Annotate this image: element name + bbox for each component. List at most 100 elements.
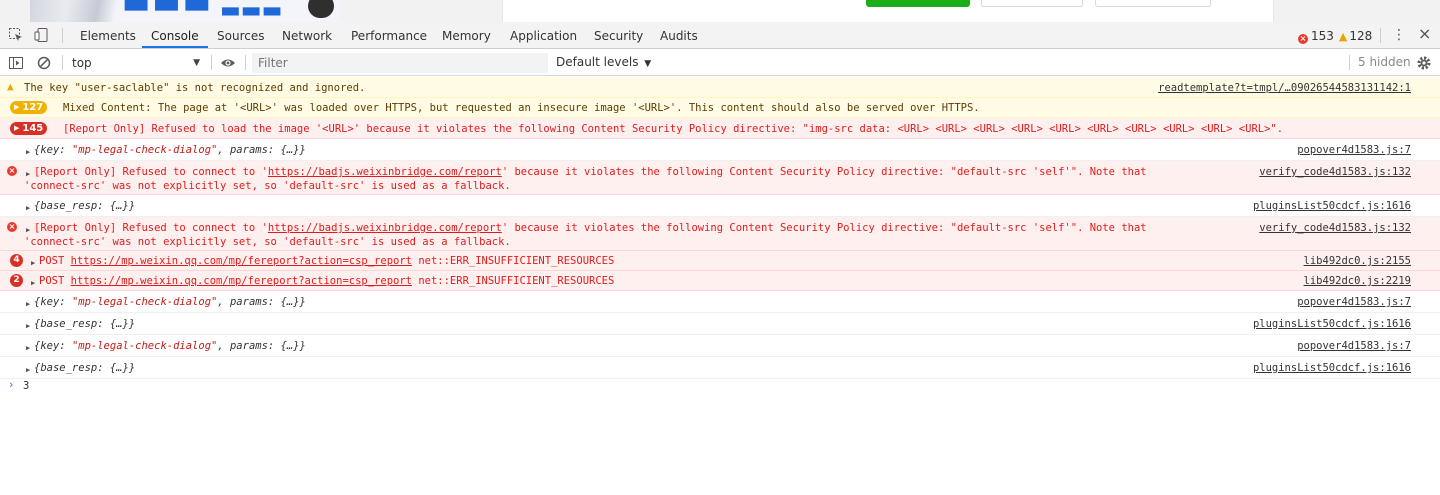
console-log-object[interactable]: ▶ {base_resp: {…}} pluginsList50cdcf.js:… bbox=[0, 313, 1440, 335]
context-selector[interactable]: top ▼ bbox=[66, 52, 206, 72]
repeat-count-badge: 2 bbox=[10, 274, 23, 287]
console-log-object[interactable]: ▶ {key: "mp-legal-check-dialog", params:… bbox=[0, 335, 1440, 357]
expand-triangle-icon[interactable]: ▶ bbox=[26, 319, 30, 333]
console-log-object[interactable]: ▶ {base_resp: {…}} pluginsList50cdcf.js:… bbox=[0, 195, 1440, 217]
error-icon: × bbox=[1298, 34, 1308, 44]
banner-graphic-text: ▬▬▬ bbox=[122, 0, 214, 21]
warning-count: 128 bbox=[1349, 29, 1373, 43]
object-preview: {key: "mp-legal-check-dialog", params: {… bbox=[34, 143, 306, 157]
object-preview: {key: "mp-legal-check-dialog", params: {… bbox=[34, 339, 306, 353]
message-line-2: 'connect-src' was not explicitly set, so… bbox=[24, 180, 511, 192]
message-source-link[interactable]: lib492dc0.js:2219 bbox=[1304, 274, 1411, 288]
message-source-link[interactable]: verify_code4d1583.js:132 bbox=[1259, 165, 1411, 179]
log-levels-dropdown[interactable]: Default levels ▼ bbox=[556, 49, 651, 76]
message-source-link[interactable]: readtemplate?t=tmpl/…09026544583131142:1 bbox=[1158, 81, 1411, 95]
message-source-link[interactable]: lib492dc0.js:2155 bbox=[1304, 254, 1411, 268]
console-warning-message[interactable]: ▲ The key "user-saclable" is not recogni… bbox=[0, 77, 1440, 98]
message-source-link[interactable]: verify_code4d1583.js:132 bbox=[1259, 221, 1411, 235]
toolbar-divider bbox=[62, 28, 63, 43]
device-toolbar-icon[interactable] bbox=[34, 27, 50, 43]
message-url-link[interactable]: https://badjs.weixinbridge.com/report bbox=[268, 166, 502, 178]
console-settings-gear-icon[interactable] bbox=[1416, 55, 1432, 71]
console-network-error[interactable]: 2 ▶ POST https://mp.weixin.qq.com/mp/fer… bbox=[0, 271, 1440, 291]
devtools-tabbar: Elements Console Sources Network Perform… bbox=[0, 22, 1440, 49]
more-options-icon[interactable]: ⋮ bbox=[1392, 26, 1406, 44]
warning-icon: ▲ bbox=[1338, 30, 1348, 43]
console-warning-group[interactable]: ▶ 127 Mixed Content: The page at '<URL>' … bbox=[0, 98, 1440, 118]
message-text: ' because it violates the following Cont… bbox=[501, 166, 1147, 178]
console-filterbar: top ▼ Default levels ▼ 5 hidden bbox=[0, 49, 1440, 76]
message-text: The key "user-saclable" is not recognize… bbox=[24, 82, 366, 94]
expand-triangle-icon[interactable]: ▶ bbox=[26, 363, 30, 377]
tab-security[interactable]: Security bbox=[585, 22, 652, 48]
object-string: "mp-legal-check-dialog" bbox=[71, 296, 218, 308]
tab-application[interactable]: Application bbox=[501, 22, 586, 48]
message-url-link[interactable]: https://badjs.weixinbridge.com/report bbox=[268, 222, 502, 234]
console-prompt-chevron-icon: › bbox=[8, 379, 15, 391]
object-string: "mp-legal-check-dialog" bbox=[71, 144, 218, 156]
console-counts[interactable]: × 153 ▲ 128 bbox=[1298, 22, 1372, 49]
tab-network[interactable]: Network bbox=[273, 22, 341, 48]
message-text: [Report Only] Refused to connect to ' bbox=[34, 166, 268, 178]
console-error-message[interactable]: × ▶ [Report Only] Refused to connect to … bbox=[0, 217, 1440, 251]
webpage-viewport: ▬▬▬ ▬▬▬ bbox=[0, 0, 1440, 22]
error-icon: × bbox=[7, 166, 17, 176]
object-preview: {base_resp: {…}} bbox=[34, 200, 136, 212]
message-line-1: [Report Only] Refused to connect to 'htt… bbox=[34, 165, 1147, 179]
tab-audits[interactable]: Audits bbox=[651, 22, 707, 48]
error-icon: × bbox=[7, 222, 17, 232]
log-levels-label: Default levels bbox=[556, 55, 639, 69]
inspect-element-icon[interactable] bbox=[8, 27, 24, 43]
tab-console[interactable]: Console bbox=[142, 22, 208, 48]
message-source-link[interactable]: pluginsList50cdcf.js:1616 bbox=[1253, 361, 1411, 375]
console-input[interactable]: 3 bbox=[23, 380, 29, 392]
console-log-object[interactable]: ▶ {base_resp: {…}} pluginsList50cdcf.js:… bbox=[0, 357, 1440, 379]
message-text: Mixed Content: The page at '<URL>' was l… bbox=[63, 102, 980, 114]
tab-performance[interactable]: Performance bbox=[342, 22, 436, 48]
message-line-2: 'connect-src' was not explicitly set, so… bbox=[24, 236, 511, 248]
console-log-object[interactable]: ▶ {key: "mp-legal-check-dialog", params:… bbox=[0, 139, 1440, 161]
news-banner-image: ▬▬▬ ▬▬▬ bbox=[30, 0, 340, 22]
object-text: {key: bbox=[34, 144, 72, 156]
request-url-link[interactable]: https://mp.weixin.qq.com/mp/fereport?act… bbox=[71, 275, 412, 287]
tab-memory[interactable]: Memory bbox=[433, 22, 500, 48]
page-tertiary-button[interactable] bbox=[1095, 0, 1211, 7]
console-error-group[interactable]: ▶ 145 [Report Only] Refused to load the i… bbox=[0, 118, 1440, 139]
dropdown-arrow-icon: ▼ bbox=[644, 59, 652, 69]
object-text: , params: {…}} bbox=[217, 340, 306, 352]
filter-input[interactable] bbox=[252, 53, 548, 73]
banner-graphic-word: ▬▬▬ bbox=[220, 0, 283, 22]
message-source-link[interactable]: popover4d1583.js:7 bbox=[1297, 339, 1411, 353]
console-log-object[interactable]: ▶ {key: "mp-legal-check-dialog", params:… bbox=[0, 291, 1440, 313]
console-error-message[interactable]: × ▶ [Report Only] Refused to connect to … bbox=[0, 161, 1440, 195]
toolbar-divider bbox=[1349, 55, 1350, 70]
toolbar-divider bbox=[1380, 28, 1381, 43]
live-expression-eye-icon[interactable] bbox=[220, 55, 236, 71]
banner-person bbox=[308, 0, 334, 18]
message-source-link[interactable]: pluginsList50cdcf.js:1616 bbox=[1253, 317, 1411, 331]
error-count: 153 bbox=[1311, 29, 1334, 43]
expand-triangle-icon[interactable]: ▶ bbox=[26, 201, 30, 215]
clear-console-icon[interactable] bbox=[36, 55, 52, 71]
expand-triangle-icon[interactable]: ▶ bbox=[31, 256, 35, 270]
message-source-link[interactable]: pluginsList50cdcf.js:1616 bbox=[1253, 199, 1411, 213]
repeat-count-badge: 4 bbox=[10, 254, 23, 267]
message-source-link[interactable]: popover4d1583.js:7 bbox=[1297, 143, 1411, 157]
dropdown-arrow-icon: ▼ bbox=[193, 58, 200, 68]
show-sidebar-icon[interactable] bbox=[8, 55, 24, 71]
tab-sources[interactable]: Sources bbox=[208, 22, 273, 48]
expand-triangle-icon[interactable]: ▶ bbox=[26, 297, 30, 311]
close-devtools-icon[interactable]: × bbox=[1418, 24, 1431, 43]
tab-elements[interactable]: Elements bbox=[71, 22, 145, 48]
message-source-link[interactable]: popover4d1583.js:7 bbox=[1297, 295, 1411, 309]
expand-triangle-icon[interactable]: ▶ bbox=[31, 276, 35, 290]
page-secondary-button[interactable] bbox=[981, 0, 1083, 7]
message-line-1: [Report Only] Refused to connect to 'htt… bbox=[34, 221, 1147, 235]
message-count-badge: ▶ 145 bbox=[10, 122, 48, 135]
console-network-error[interactable]: 4 ▶ POST https://mp.weixin.qq.com/mp/fer… bbox=[0, 251, 1440, 271]
page-primary-button[interactable] bbox=[866, 0, 970, 7]
expand-triangle-icon[interactable]: ▶ bbox=[26, 341, 30, 355]
expand-triangle-icon[interactable]: ▶ bbox=[26, 145, 30, 159]
network-error-text: POST https://mp.weixin.qq.com/mp/ferepor… bbox=[39, 274, 614, 288]
request-url-link[interactable]: https://mp.weixin.qq.com/mp/fereport?act… bbox=[71, 255, 412, 267]
